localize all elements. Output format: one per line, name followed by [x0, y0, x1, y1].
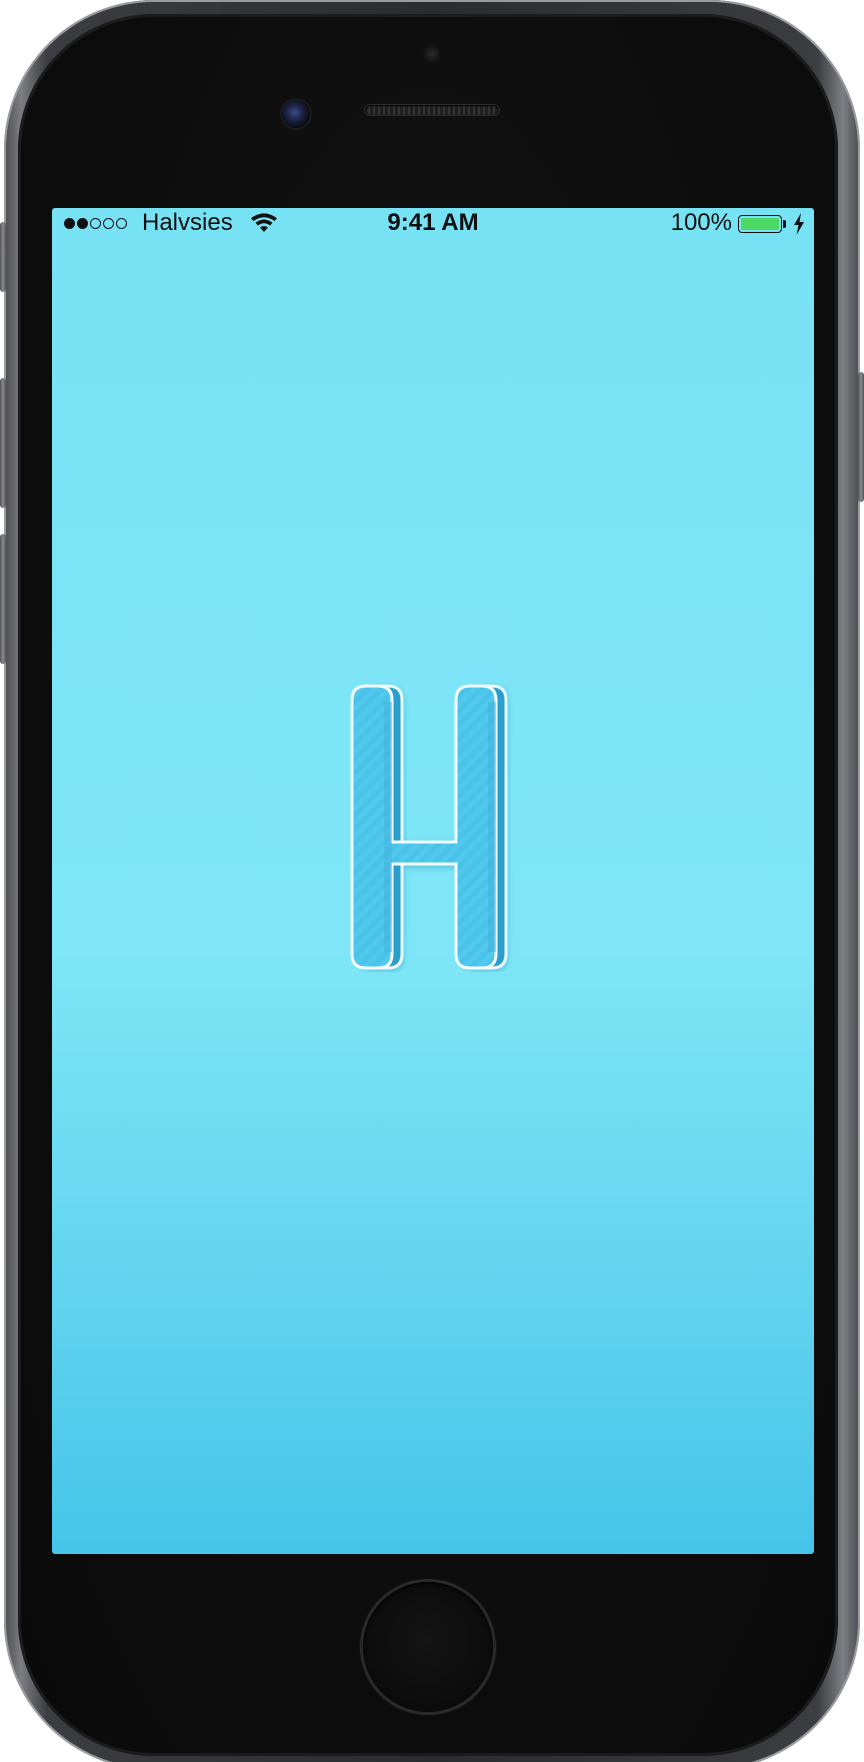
earpiece-speaker [365, 105, 499, 115]
mute-switch[interactable] [0, 222, 6, 292]
battery-percentage: 100% [670, 209, 732, 236]
proximity-sensor [423, 45, 441, 63]
screen: Halvsies 9:41 AM 100% [52, 208, 814, 1554]
battery-level-fill [741, 218, 779, 230]
charging-bolt-icon [794, 213, 804, 235]
volume-down-button[interactable] [0, 534, 6, 664]
status-bar: Halvsies 9:41 AM 100% [52, 208, 814, 238]
volume-up-button[interactable] [0, 378, 6, 508]
device-mockup: Halvsies 9:41 AM 100% [0, 0, 864, 1762]
battery-icon [738, 215, 782, 233]
battery-terminal [783, 220, 786, 228]
front-camera-icon [282, 100, 310, 128]
letter-h-logo-icon [350, 684, 508, 970]
home-button[interactable] [363, 1582, 493, 1712]
power-button[interactable] [858, 372, 864, 502]
